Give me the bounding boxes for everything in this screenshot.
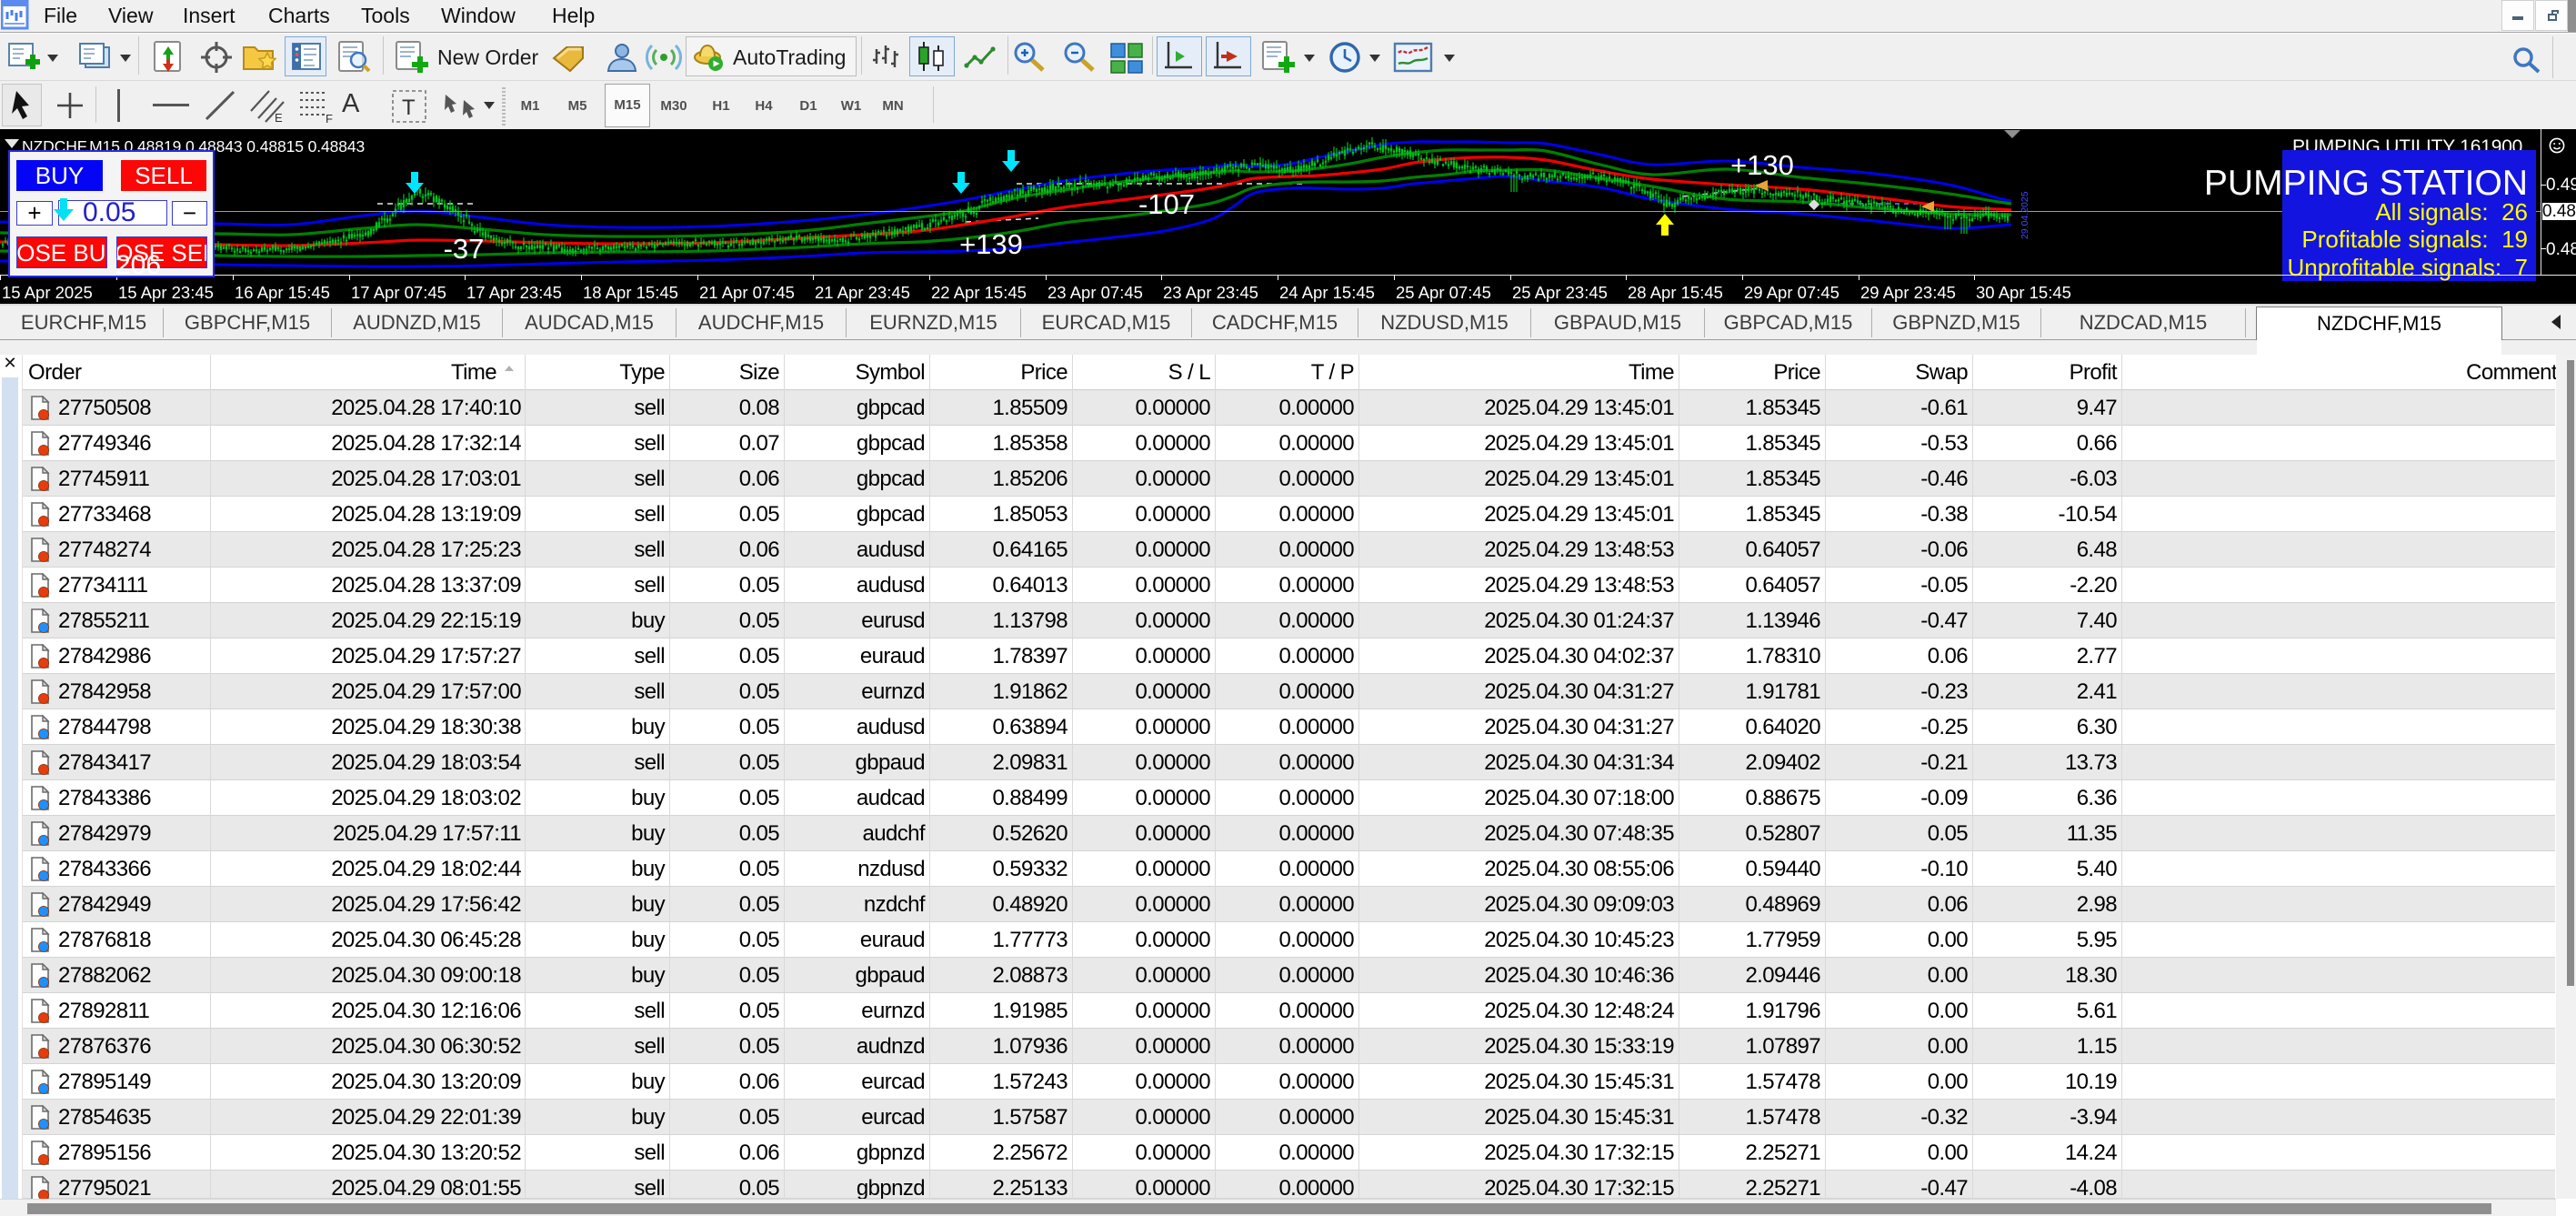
svg-text:F: F xyxy=(326,112,333,124)
svg-text:T: T xyxy=(402,95,416,120)
svg-text:E: E xyxy=(275,111,283,124)
